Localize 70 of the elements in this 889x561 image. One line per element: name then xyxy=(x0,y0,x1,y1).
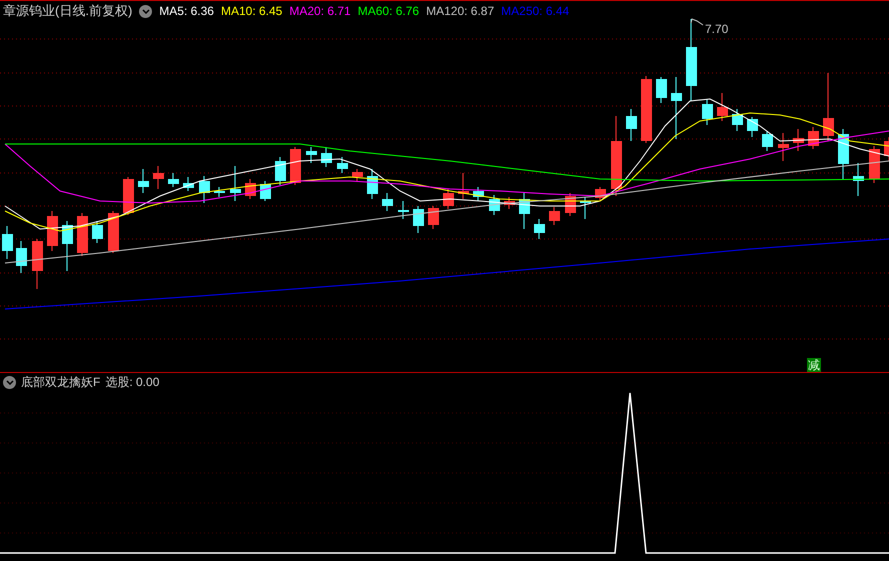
indicator-reading: 选股: 0.00 xyxy=(105,374,160,391)
candlestick xyxy=(838,128,849,180)
candlestick xyxy=(138,168,149,194)
candlestick xyxy=(656,76,667,104)
candlestick xyxy=(884,136,889,162)
moving-average-value: MA250: 6.44 xyxy=(501,3,570,20)
candlestick xyxy=(245,178,256,200)
moving-average-value: MA60: 6.76 xyxy=(358,3,420,20)
candlestick xyxy=(534,218,545,240)
candlestick xyxy=(565,192,576,216)
high-price-label: 7.70 xyxy=(705,21,728,38)
candlestick xyxy=(808,126,819,150)
collapse-icon[interactable] xyxy=(3,376,16,388)
candlestick xyxy=(626,108,637,142)
candlestick xyxy=(382,192,393,212)
leader-line xyxy=(690,18,704,26)
candlestick xyxy=(473,186,484,202)
candlestick xyxy=(732,108,743,132)
candlestick xyxy=(92,220,103,244)
candlestick xyxy=(62,220,73,272)
candlestick xyxy=(275,156,286,186)
candlestick xyxy=(367,168,378,200)
candlestick xyxy=(458,172,469,200)
moving-average-value: MA10: 6.45 xyxy=(220,3,282,20)
candlestick xyxy=(549,206,560,226)
candlestick xyxy=(108,210,119,254)
candlestick xyxy=(793,128,804,152)
indicator-name: 底部双龙擒妖F xyxy=(21,374,100,391)
candlestick xyxy=(230,166,241,202)
candlestick xyxy=(168,172,179,188)
candlestick xyxy=(2,226,13,260)
candlestick xyxy=(398,200,409,220)
candlestick xyxy=(77,212,88,256)
candlestick xyxy=(702,98,713,126)
candlestick xyxy=(717,92,728,122)
candlestick xyxy=(519,192,530,230)
candlestick xyxy=(32,238,43,290)
candlestick xyxy=(443,188,454,210)
candlestick xyxy=(199,176,210,204)
candlestick xyxy=(869,146,880,184)
candlestick xyxy=(306,146,317,164)
candlestick xyxy=(489,194,500,216)
candlestick xyxy=(352,168,363,182)
candlestick xyxy=(16,240,27,274)
candlestick xyxy=(47,210,58,252)
sell-signal-badge: 减 xyxy=(807,358,821,372)
candlestick xyxy=(762,130,773,152)
candlestick xyxy=(214,186,225,198)
candlestick xyxy=(123,176,134,216)
candlestick xyxy=(671,76,682,140)
candlestick xyxy=(428,206,439,230)
candlestick xyxy=(595,186,606,202)
candlestick xyxy=(823,72,834,142)
candlestick xyxy=(290,146,301,186)
candlestick xyxy=(853,162,864,196)
collapse-icon[interactable] xyxy=(139,4,152,18)
moving-average-value: MA20: 6.71 xyxy=(289,3,351,20)
candlestick xyxy=(747,116,758,138)
candlestick xyxy=(337,156,348,174)
candlestick xyxy=(778,132,789,162)
stock-title: 章源钨业(日线.前复权) xyxy=(3,2,132,20)
candlestick xyxy=(580,196,591,220)
candlestick xyxy=(504,196,515,210)
candlestick xyxy=(321,146,332,168)
moving-average-value: MA5: 6.36 xyxy=(159,3,214,20)
candlestick xyxy=(413,206,424,234)
candlestick xyxy=(153,166,164,190)
candlestick xyxy=(641,76,652,144)
candlestick xyxy=(183,176,194,192)
moving-average-value: MA120: 6.87 xyxy=(426,3,494,20)
